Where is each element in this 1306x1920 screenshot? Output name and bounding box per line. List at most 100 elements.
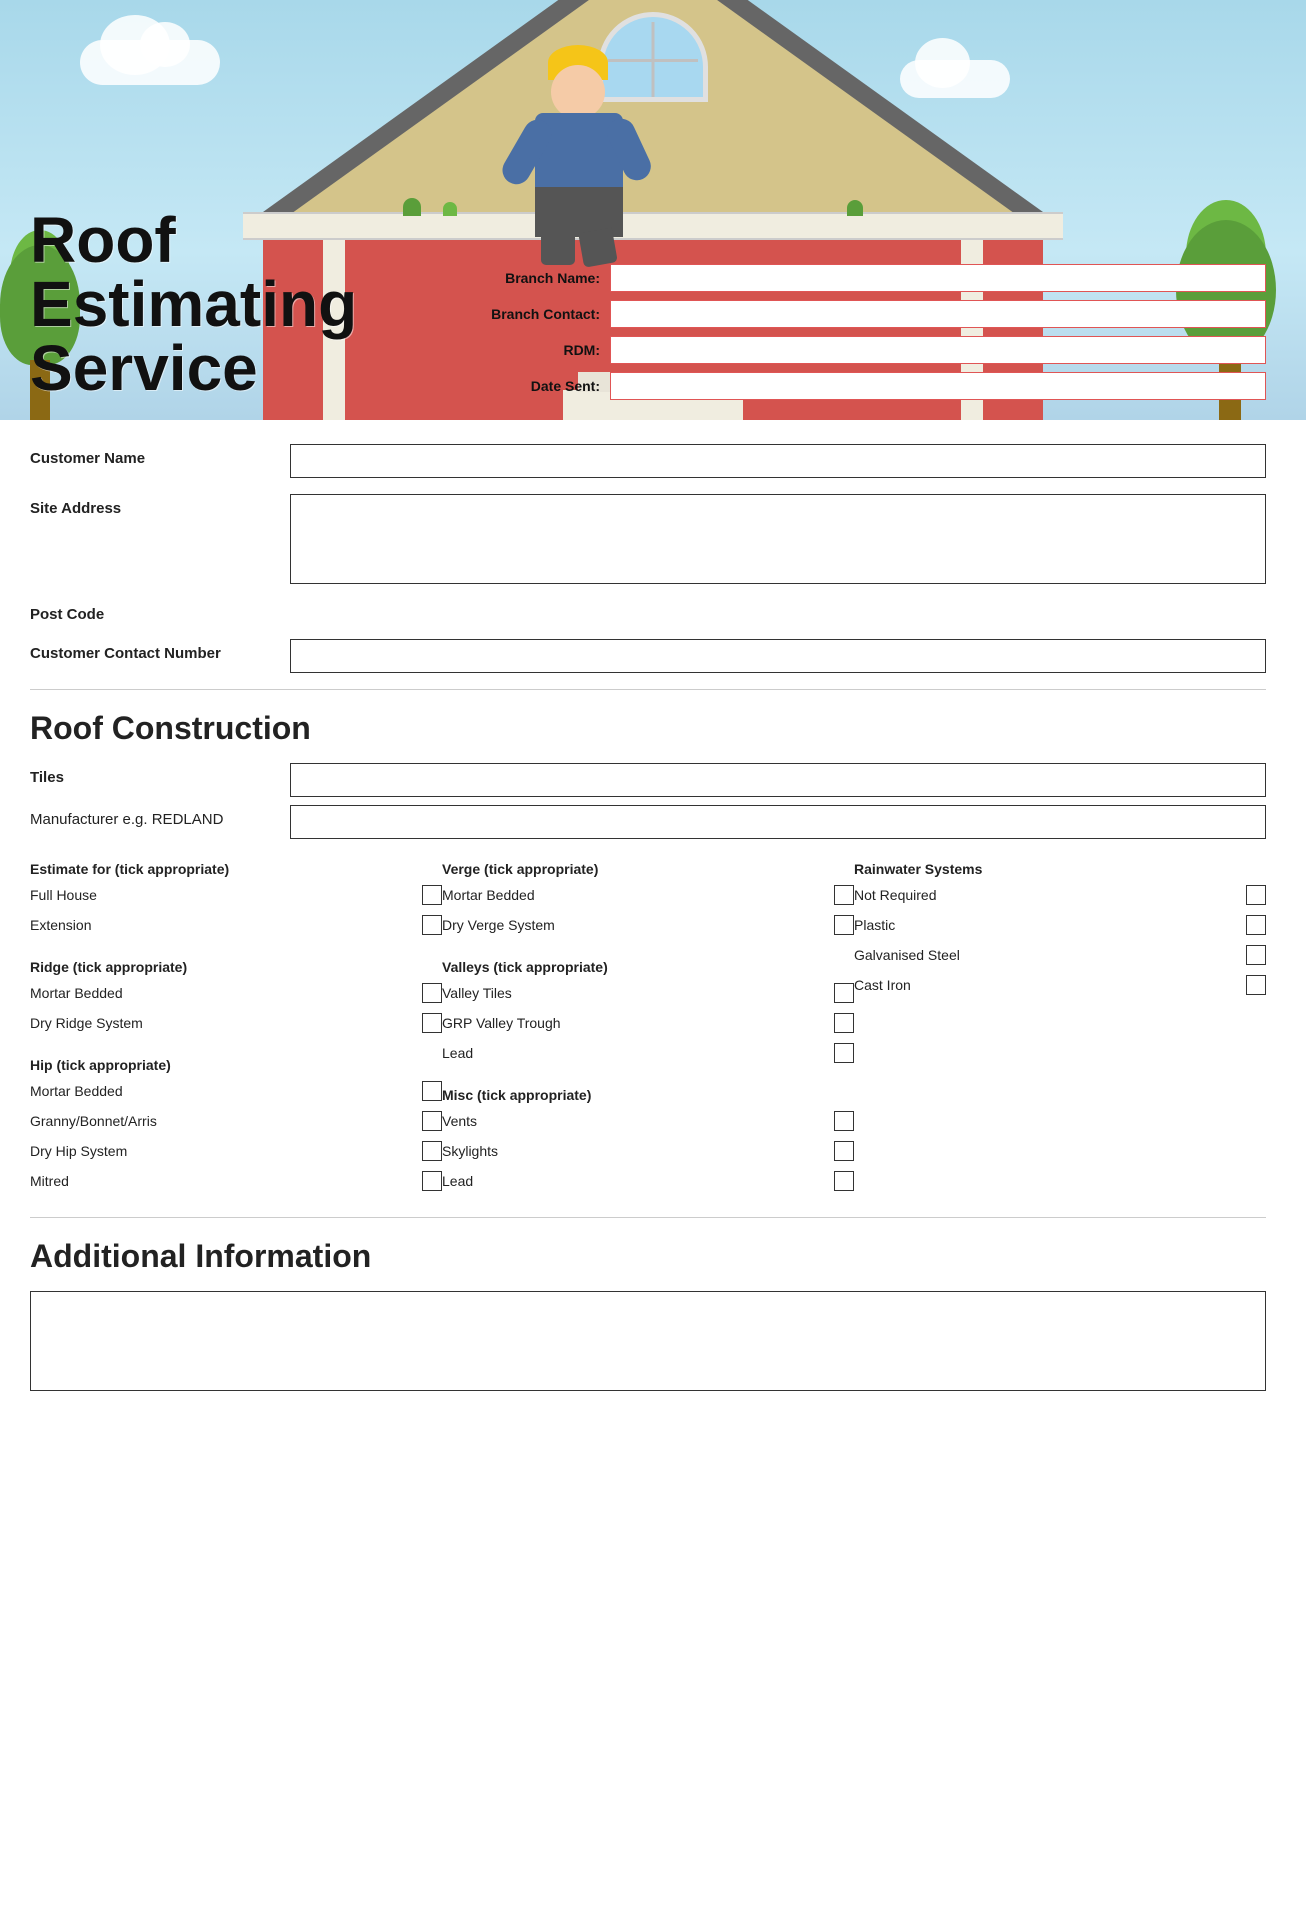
ridge-mortar-checkbox[interactable] bbox=[422, 983, 442, 1003]
misc-skylights-checkbox[interactable] bbox=[834, 1141, 854, 1161]
valleys-lead-label: Lead bbox=[442, 1045, 826, 1061]
valleys-grp-checkbox[interactable] bbox=[834, 1013, 854, 1033]
customer-contact-row: Customer Contact Number bbox=[30, 639, 1266, 673]
ridge-heading: Ridge (tick appropriate) bbox=[30, 959, 442, 975]
misc-heading: Misc (tick appropriate) bbox=[442, 1087, 854, 1103]
valleys-heading: Valleys (tick appropriate) bbox=[442, 959, 854, 975]
misc-vents: Vents bbox=[442, 1111, 854, 1131]
misc-vents-label: Vents bbox=[442, 1113, 826, 1129]
post-code-row: Post Code bbox=[30, 600, 1266, 623]
customer-name-row: Customer Name bbox=[30, 444, 1266, 478]
hip-granny-checkbox[interactable] bbox=[422, 1111, 442, 1131]
rainwater-not-required-checkbox[interactable] bbox=[1246, 885, 1266, 905]
valleys-lead: Lead bbox=[442, 1043, 854, 1063]
customer-name-input[interactable] bbox=[290, 444, 1266, 478]
verge-mortar-label: Mortar Bedded bbox=[442, 887, 826, 903]
site-address-label: Site Address bbox=[30, 494, 290, 517]
hip-dry-checkbox[interactable] bbox=[422, 1141, 442, 1161]
estimate-extension: Extension bbox=[30, 915, 442, 935]
site-address-row: Site Address bbox=[30, 494, 1266, 584]
additional-info-textarea[interactable] bbox=[30, 1291, 1266, 1391]
post-code-label: Post Code bbox=[30, 600, 290, 623]
rainwater-galvanised-checkbox[interactable] bbox=[1246, 945, 1266, 965]
tiles-input[interactable] bbox=[290, 763, 1266, 797]
extension-label: Extension bbox=[30, 917, 414, 933]
full-house-label: Full House bbox=[30, 887, 414, 903]
misc-skylights: Skylights bbox=[442, 1141, 854, 1161]
estimate-full-house: Full House bbox=[30, 885, 442, 905]
tiles-row: Tiles bbox=[30, 763, 1266, 797]
title-line1: Roof Estimating bbox=[30, 204, 357, 340]
rainwater-cast-iron: Cast Iron bbox=[854, 975, 1266, 995]
branch-contact-input[interactable] bbox=[610, 300, 1266, 328]
verge-heading: Verge (tick appropriate) bbox=[442, 855, 854, 877]
hip-mortar-checkbox[interactable] bbox=[422, 1081, 442, 1101]
title-line2: Service bbox=[30, 332, 258, 404]
valleys-tiles: Valley Tiles bbox=[442, 983, 854, 1003]
rainwater-plastic-checkbox[interactable] bbox=[1246, 915, 1266, 935]
rainwater-galvanised-label: Galvanised Steel bbox=[854, 947, 1238, 963]
rainwater-not-required: Not Required bbox=[854, 885, 1266, 905]
roof-construction-heading: Roof Construction bbox=[30, 710, 1266, 747]
hip-dry: Dry Hip System bbox=[30, 1141, 442, 1161]
rainwater-cast-iron-label: Cast Iron bbox=[854, 977, 1238, 993]
branch-name-row: Branch Name: bbox=[470, 264, 1266, 292]
rdm-label: RDM: bbox=[470, 342, 600, 358]
misc-lead-checkbox[interactable] bbox=[834, 1171, 854, 1191]
rainwater-not-required-label: Not Required bbox=[854, 887, 1238, 903]
estimate-heading: Estimate for (tick appropriate) bbox=[30, 855, 442, 877]
branch-name-input[interactable] bbox=[610, 264, 1266, 292]
divider-1 bbox=[30, 689, 1266, 690]
customer-contact-label: Customer Contact Number bbox=[30, 639, 290, 662]
verge-mortar: Mortar Bedded bbox=[442, 885, 854, 905]
manufacturer-row: Manufacturer e.g. REDLAND bbox=[30, 805, 1266, 839]
verge-mortar-checkbox[interactable] bbox=[834, 885, 854, 905]
col-estimate-ridge-hip: Estimate for (tick appropriate) Full Hou… bbox=[30, 855, 442, 1201]
customer-contact-input[interactable] bbox=[290, 639, 1266, 673]
manufacturer-input[interactable] bbox=[290, 805, 1266, 839]
date-sent-label: Date Sent: bbox=[470, 378, 600, 394]
hip-granny-label: Granny/Bonnet/Arris bbox=[30, 1113, 414, 1129]
rainwater-heading: Rainwater Systems bbox=[854, 855, 1266, 877]
rainwater-cast-iron-checkbox[interactable] bbox=[1246, 975, 1266, 995]
rainwater-plastic-label: Plastic bbox=[854, 917, 1238, 933]
site-address-input[interactable] bbox=[290, 494, 1266, 584]
tiles-label: Tiles bbox=[30, 763, 290, 786]
misc-lead: Lead bbox=[442, 1171, 854, 1191]
cloud-left bbox=[80, 40, 220, 85]
ridge-mortar-label: Mortar Bedded bbox=[30, 985, 414, 1001]
hip-mortar-label: Mortar Bedded bbox=[30, 1083, 414, 1099]
title-block: Roof Estimating Service bbox=[30, 208, 450, 400]
rdm-input[interactable] bbox=[610, 336, 1266, 364]
extension-checkbox[interactable] bbox=[422, 915, 442, 935]
hip-mortar: Mortar Bedded bbox=[30, 1081, 442, 1101]
hero-section: Roof Estimating Service Branch Name: Bra… bbox=[0, 0, 1306, 420]
col-rainwater: Rainwater Systems Not Required Plastic G… bbox=[854, 855, 1266, 1201]
ridge-dry-checkbox[interactable] bbox=[422, 1013, 442, 1033]
date-sent-row: Date Sent: bbox=[470, 372, 1266, 400]
verge-dry-checkbox[interactable] bbox=[834, 915, 854, 935]
misc-vents-checkbox[interactable] bbox=[834, 1111, 854, 1131]
date-sent-input[interactable] bbox=[610, 372, 1266, 400]
checkbox-grid: Estimate for (tick appropriate) Full Hou… bbox=[30, 855, 1266, 1201]
divider-2 bbox=[30, 1217, 1266, 1218]
valleys-tiles-checkbox[interactable] bbox=[834, 983, 854, 1003]
ridge-dry-label: Dry Ridge System bbox=[30, 1015, 414, 1031]
rainwater-galvanised: Galvanised Steel bbox=[854, 945, 1266, 965]
rainwater-plastic: Plastic bbox=[854, 915, 1266, 935]
rdm-row: RDM: bbox=[470, 336, 1266, 364]
valleys-grp-label: GRP Valley Trough bbox=[442, 1015, 826, 1031]
manufacturer-label: Manufacturer e.g. REDLAND bbox=[30, 805, 290, 828]
valleys-lead-checkbox[interactable] bbox=[834, 1043, 854, 1063]
misc-lead-label: Lead bbox=[442, 1173, 826, 1189]
customer-name-label: Customer Name bbox=[30, 444, 290, 467]
additional-info-heading: Additional Information bbox=[30, 1238, 1266, 1275]
hip-mitred-checkbox[interactable] bbox=[422, 1171, 442, 1191]
main-content: Customer Name Site Address Post Code Cus… bbox=[0, 420, 1306, 1421]
col-verge-valleys-misc: Verge (tick appropriate) Mortar Bedded D… bbox=[442, 855, 854, 1201]
verge-dry-label: Dry Verge System bbox=[442, 917, 826, 933]
valleys-tiles-label: Valley Tiles bbox=[442, 985, 826, 1001]
hip-mitred: Mitred bbox=[30, 1171, 442, 1191]
full-house-checkbox[interactable] bbox=[422, 885, 442, 905]
ridge-dry: Dry Ridge System bbox=[30, 1013, 442, 1033]
